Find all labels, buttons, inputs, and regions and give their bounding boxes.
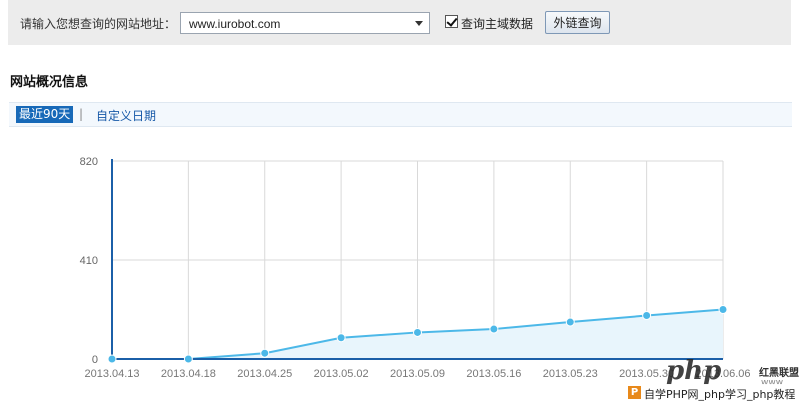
main-domain-checkbox[interactable] bbox=[445, 15, 458, 28]
data-point bbox=[183, 354, 193, 364]
data-point bbox=[565, 317, 575, 327]
checkmark-icon bbox=[446, 15, 458, 27]
watermark-text: 自学PHP网_php学习_php教程 bbox=[644, 388, 796, 401]
x-tick-label: 2013.04.25 bbox=[237, 368, 292, 380]
chevron-down-icon[interactable] bbox=[415, 21, 423, 26]
data-point bbox=[642, 311, 652, 321]
x-tick-label: 2013.05.09 bbox=[390, 368, 445, 380]
data-point bbox=[260, 348, 270, 358]
data-point bbox=[107, 354, 117, 364]
data-point bbox=[413, 327, 422, 337]
url-combobox[interactable]: www.iurobot.com bbox=[180, 12, 430, 34]
x-tick-label: 2013.05.23 bbox=[543, 368, 598, 380]
data-point bbox=[489, 324, 499, 334]
y-tick-label: 820 bbox=[80, 156, 98, 168]
y-tick-label: 410 bbox=[80, 255, 98, 267]
main-domain-checkbox-label[interactable]: 查询主域数据 bbox=[461, 15, 533, 32]
tab-last-90-days[interactable]: 最近90天 bbox=[16, 106, 74, 123]
url-prompt-label: 请输入您想查询的网站地址： bbox=[20, 17, 177, 31]
x-tick-label: 2013.04.13 bbox=[84, 368, 139, 380]
section-title: 网站概况信息 bbox=[10, 75, 89, 90]
data-point bbox=[718, 305, 728, 314]
backlink-search-button[interactable]: 外链查询 bbox=[545, 11, 610, 34]
url-combobox-value: www.iurobot.com bbox=[189, 17, 281, 31]
date-range-tabs: 最近90天 | 自定义日期 bbox=[9, 102, 792, 127]
watermark-p-icon: P bbox=[628, 386, 641, 399]
watermark-side-text: 红黑联盟 bbox=[759, 368, 799, 379]
tab-custom-date[interactable]: 自定义日期 bbox=[96, 107, 156, 124]
x-tick-label: 2013.05.02 bbox=[314, 368, 369, 380]
x-tick-label: 2013.04.18 bbox=[161, 368, 216, 380]
tab-separator: | bbox=[79, 107, 84, 121]
query-toolbar: 请输入您想查询的网站地址： www.iurobot.com 查询主域数据 外链查… bbox=[8, 0, 791, 45]
watermark-logo: php bbox=[666, 356, 722, 386]
x-tick-label: 2013.05.16 bbox=[466, 368, 521, 380]
watermark: php 红黑联盟 www P 自学PHP网_php学习_php教程 bbox=[626, 356, 802, 406]
data-point bbox=[336, 333, 346, 343]
y-tick-label: 0 bbox=[92, 354, 98, 366]
